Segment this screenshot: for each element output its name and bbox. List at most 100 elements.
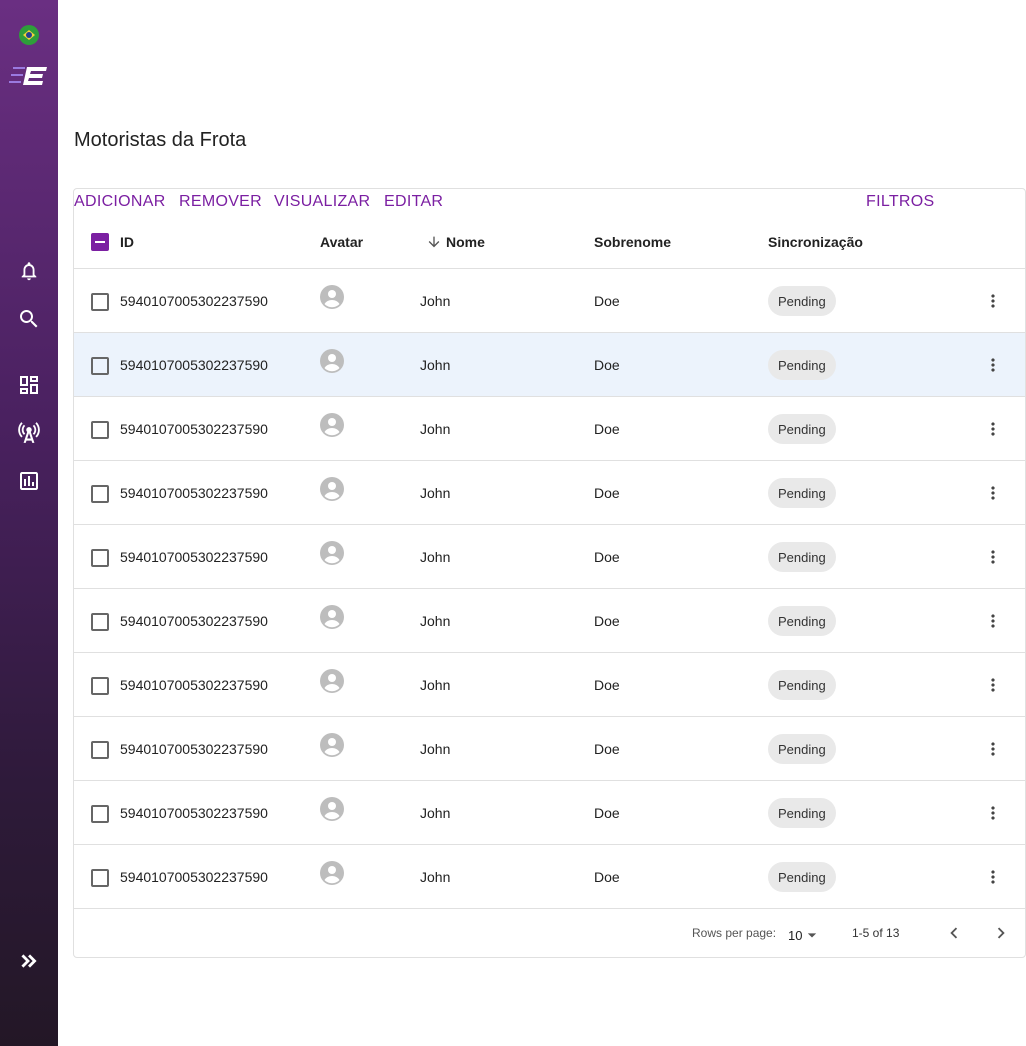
row-checkbox[interactable] [91,741,109,759]
row-checkbox[interactable] [91,485,109,503]
cell-nome: John [420,549,451,565]
avatar-icon [320,733,344,757]
more-vert-icon [991,806,995,820]
page-title: Motoristas da Frota [74,129,247,151]
row-checkbox[interactable] [91,613,109,631]
next-page-button[interactable] [989,921,1013,945]
cell-nome: John [420,613,451,629]
cell-sobrenome: Doe [594,805,620,821]
table-header: ID Avatar Nome Sobrenome Sincronização [74,215,1025,269]
row-checkbox[interactable] [91,293,109,311]
chevron-left-icon [950,927,958,939]
row-actions-button[interactable] [983,353,1003,377]
sync-status-chip: Pending [768,350,836,380]
avatar-icon [320,861,344,885]
remove-button[interactable]: REMOVER [179,193,262,211]
rows-per-page-select[interactable]: 10 [788,925,822,945]
column-header-nome[interactable]: Nome [426,234,485,250]
cell-sobrenome: Doe [594,741,620,757]
row-actions-button[interactable] [983,289,1003,313]
bell-icon[interactable] [0,258,58,284]
table-toolbar: ADICIONAR REMOVER VISUALIZAR EDITAR FILT… [74,189,1025,215]
table-pagination: Rows per page: 10 1-5 of 13 [74,909,1025,957]
sort-arrow-down-icon [428,236,440,248]
more-vert-icon [991,614,995,628]
column-header-avatar[interactable]: Avatar [320,234,363,250]
row-actions-button[interactable] [983,737,1003,761]
table-row[interactable]: 5940107005302237590 John Doe Pending [74,589,1025,653]
sync-status-chip: Pending [768,542,836,572]
cell-sobrenome: Doe [594,293,620,309]
row-actions-button[interactable] [983,609,1003,633]
more-vert-icon [991,358,995,372]
app-logo-icon[interactable] [0,63,58,89]
double-chevron-right-icon[interactable] [0,948,58,974]
more-vert-icon [991,486,995,500]
table-row[interactable]: 5940107005302237590 John Doe Pending [74,525,1025,589]
column-header-sobrenome[interactable]: Sobrenome [594,234,671,250]
avatar-icon [320,285,344,309]
dashboard-icon[interactable] [0,372,58,398]
table-row[interactable]: 5940107005302237590 John Doe Pending [74,653,1025,717]
brazil-flag-icon[interactable] [0,24,58,46]
sync-status-chip: Pending [768,478,836,508]
avatar-icon [320,349,344,373]
table-row[interactable]: 5940107005302237590 John Doe Pending [74,781,1025,845]
table-row[interactable]: 5940107005302237590 John Doe Pending [74,397,1025,461]
view-button[interactable]: VISUALIZAR [274,193,370,211]
cell-sobrenome: Doe [594,485,620,501]
avatar-icon [320,477,344,501]
avatar-icon [320,541,344,565]
more-vert-icon [991,294,995,308]
cell-nome: John [420,677,451,693]
filters-button[interactable]: FILTROS [866,193,934,211]
search-icon[interactable] [0,306,58,332]
cell-id: 5940107005302237590 [120,293,268,309]
table-row[interactable]: 5940107005302237590 John Doe Pending [74,461,1025,525]
edit-button[interactable]: EDITAR [384,193,443,211]
cell-id: 5940107005302237590 [120,613,268,629]
drivers-table-panel: ADICIONAR REMOVER VISUALIZAR EDITAR FILT… [73,188,1026,958]
cell-nome: John [420,293,451,309]
cell-nome: John [420,741,451,757]
cell-nome: John [420,357,451,373]
cell-id: 5940107005302237590 [120,677,268,693]
row-actions-button[interactable] [983,801,1003,825]
sync-status-chip: Pending [768,798,836,828]
cell-sobrenome: Doe [594,613,620,629]
table-row[interactable]: 5940107005302237590 John Doe Pending [74,333,1025,397]
cell-sobrenome: Doe [594,357,620,373]
row-actions-button[interactable] [983,865,1003,889]
avatar-icon [320,797,344,821]
add-button[interactable]: ADICIONAR [74,193,166,211]
row-checkbox[interactable] [91,677,109,695]
report-icon[interactable] [0,468,58,494]
more-vert-icon [991,678,995,692]
cell-sobrenome: Doe [594,421,620,437]
row-checkbox[interactable] [91,549,109,567]
row-checkbox[interactable] [91,357,109,375]
previous-page-button[interactable] [942,921,966,945]
dropdown-arrow-icon [808,933,817,938]
table-row[interactable]: 5940107005302237590 John Doe Pending [74,269,1025,333]
row-actions-button[interactable] [983,673,1003,697]
row-actions-button[interactable] [983,545,1003,569]
cell-id: 5940107005302237590 [120,357,268,373]
signal-tower-icon[interactable] [0,418,58,446]
table-row[interactable]: 5940107005302237590 John Doe Pending [74,845,1025,909]
cell-id: 5940107005302237590 [120,741,268,757]
table-row[interactable]: 5940107005302237590 John Doe Pending [74,717,1025,781]
cell-id: 5940107005302237590 [120,549,268,565]
row-checkbox[interactable] [91,869,109,887]
rows-per-page-value: 10 [788,927,803,943]
rows-per-page-label: Rows per page: [692,926,777,940]
column-header-sync[interactable]: Sincronização [768,234,863,250]
cell-id: 5940107005302237590 [120,869,268,885]
row-actions-button[interactable] [983,481,1003,505]
row-checkbox[interactable] [91,421,109,439]
select-all-checkbox[interactable] [91,233,109,251]
row-checkbox[interactable] [91,805,109,823]
row-actions-button[interactable] [983,417,1003,441]
sync-status-chip: Pending [768,670,836,700]
column-header-id[interactable]: ID [120,234,134,250]
